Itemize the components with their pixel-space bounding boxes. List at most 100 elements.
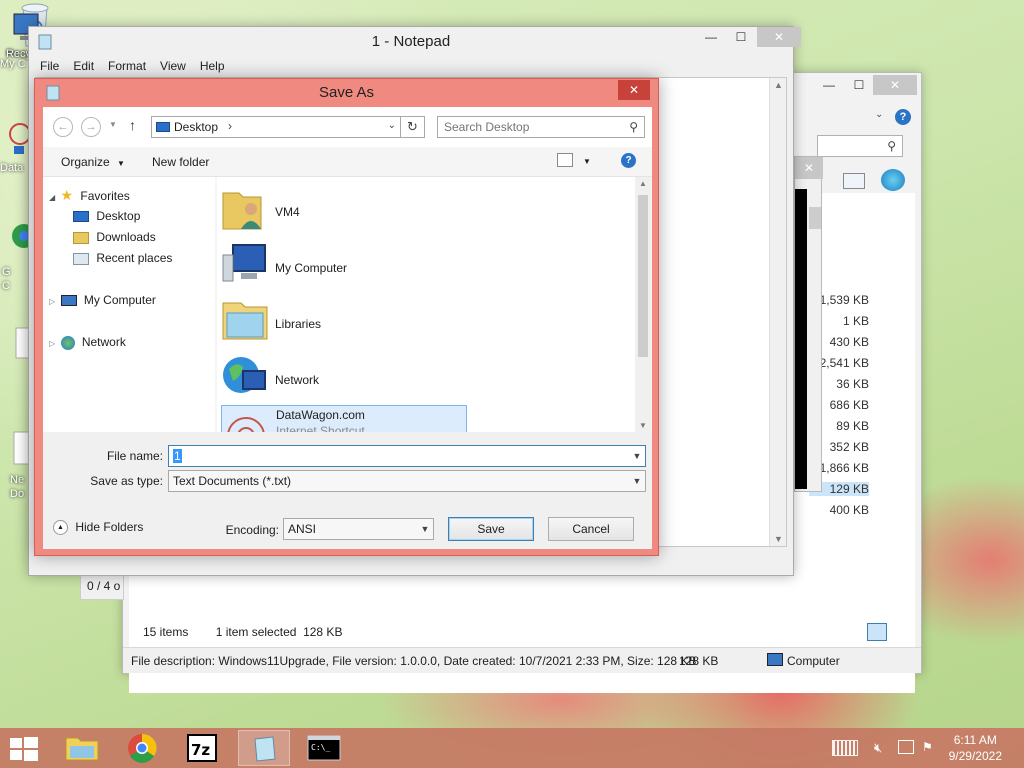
dialog-close-button[interactable]: ✕	[618, 80, 650, 100]
notepad-scrollbar[interactable]: ▲ ▼	[769, 78, 786, 546]
network-status-icon[interactable]	[898, 740, 914, 754]
libraries-icon	[222, 302, 268, 340]
organize-button[interactable]: Organize ▼	[61, 155, 125, 169]
recent-locations-icon[interactable]: ▼	[109, 120, 117, 129]
up-arrow-icon[interactable]: ↑	[129, 117, 136, 133]
taskbar-notepad[interactable]	[238, 730, 290, 766]
status-fragment: 0 / 4 o	[80, 574, 124, 600]
computer-icon	[222, 244, 266, 282]
scrollbar-thumb[interactable]	[638, 195, 648, 357]
computer-icon	[60, 295, 77, 307]
explorer-shell-icon[interactable]	[881, 169, 905, 191]
explorer-search-box[interactable]: ⚲	[817, 135, 903, 157]
tree-item-label: My Computer	[83, 293, 156, 307]
tree-item-recent-places[interactable]: Recent places	[73, 249, 172, 267]
list-item-datawagon[interactable]: DataWagon.com Internet Shortcut	[221, 405, 467, 432]
cancel-button[interactable]: Cancel	[548, 517, 634, 541]
chevron-down-icon[interactable]: ▼	[629, 471, 645, 491]
file-description: File description: Windows11Upgrade, File…	[131, 654, 697, 668]
large-icons-view-button[interactable]	[891, 623, 911, 641]
save-as-type-select[interactable]: Text Documents (*.txt) ▼	[168, 470, 646, 492]
explorer-help-icon[interactable]: ?	[895, 109, 911, 125]
scroll-down-icon[interactable]: ▼	[639, 421, 647, 430]
explorer-preview-icon[interactable]	[843, 173, 865, 189]
desktop-icon	[156, 122, 170, 132]
desktop-icon-label: Data	[0, 162, 24, 174]
explorer-minimize-button[interactable]: —	[815, 75, 843, 95]
start-button[interactable]	[10, 737, 38, 761]
taskbar-clock[interactable]: 6:11 AM 9/29/2022	[949, 732, 1002, 764]
encoding-select[interactable]: ANSI ▼	[283, 518, 434, 540]
refresh-button[interactable]: ↻	[401, 116, 425, 138]
search-icon: ⚲	[629, 120, 638, 134]
back-button[interactable]: ←	[53, 117, 73, 137]
file-list-scrollbar[interactable]: ▲ ▼	[635, 177, 651, 432]
search-box[interactable]: ⚲	[437, 116, 645, 138]
star-icon: ★	[60, 187, 74, 203]
taskbar-7zip[interactable]: 7z	[176, 730, 228, 766]
menu-edit[interactable]: Edit	[66, 57, 101, 77]
search-input[interactable]	[444, 120, 614, 134]
taskbar-file-explorer[interactable]	[56, 730, 108, 766]
view-dropdown-icon[interactable]: ▼	[583, 157, 591, 166]
scroll-down-icon[interactable]: ▼	[774, 534, 783, 544]
notepad-minimize-button[interactable]: —	[697, 27, 725, 47]
chevron-down-icon[interactable]: ▼	[417, 519, 433, 539]
list-item-vm4[interactable]: VM4	[221, 181, 467, 235]
encoding-value: ANSI	[288, 522, 317, 536]
scroll-up-icon[interactable]: ▲	[774, 80, 783, 90]
action-center-icon[interactable]: ⚑	[922, 740, 933, 754]
taskbar-command-prompt[interactable]: C:\_	[298, 730, 350, 766]
forward-button[interactable]: →	[81, 117, 101, 137]
tree-item-favorites[interactable]: ◢ ★ Favorites	[49, 186, 130, 204]
address-bar[interactable]: Desktop › ⌄	[151, 116, 401, 138]
console-close-button[interactable]: ✕	[795, 157, 823, 179]
expand-icon[interactable]: ▷	[49, 297, 55, 306]
file-name: Network	[275, 373, 320, 387]
explorer-maximize-button[interactable]: ☐	[845, 75, 873, 95]
tree-item-my-computer[interactable]: ▷ My Computer	[49, 291, 156, 309]
file-size-summary: 128 KB	[679, 654, 719, 668]
view-options-icon[interactable]	[557, 153, 573, 167]
menu-view[interactable]: View	[153, 57, 193, 77]
tree-item-desktop[interactable]: Desktop	[73, 207, 140, 225]
tree-item-network[interactable]: ▷ Network	[49, 333, 126, 351]
list-item-libraries[interactable]: Libraries	[221, 293, 467, 347]
notepad-maximize-button[interactable]: ☐	[727, 27, 755, 47]
expand-icon[interactable]: ▷	[49, 339, 55, 348]
menu-help[interactable]: Help	[193, 57, 232, 77]
details-view-button[interactable]	[867, 623, 887, 641]
file-name: VM4	[275, 205, 300, 219]
scroll-up-icon[interactable]: ▲	[639, 179, 647, 188]
help-icon[interactable]: ?	[621, 153, 636, 168]
notepad-title: 1 - Notepad	[371, 33, 451, 50]
chevron-down-icon[interactable]: ▼	[629, 446, 645, 466]
explorer-close-button[interactable]: ✕	[873, 75, 917, 95]
address-dropdown-icon[interactable]: ⌄	[388, 120, 396, 131]
7zip-icon: 7z	[187, 734, 217, 762]
menu-file[interactable]: File	[33, 57, 66, 77]
tree-item-label: Recent places	[96, 251, 173, 265]
console-scrollbar[interactable]	[809, 207, 821, 229]
keyboard-icon[interactable]	[832, 740, 858, 756]
save-button[interactable]: Save	[448, 517, 534, 541]
location-label: Computer	[787, 654, 840, 668]
volume-muted-icon[interactable]: 🔇︎	[874, 740, 882, 756]
new-folder-button[interactable]: New folder	[152, 155, 209, 169]
desktop-icon-label: G	[2, 266, 11, 278]
list-item-my-computer[interactable]: My Computer	[221, 237, 467, 291]
save-as-dialog[interactable]: Save As ✕ ← → ▼ ↑ Desktop › ⌄ ↻ ⚲ Organi…	[34, 78, 659, 556]
notepad-close-button[interactable]: ✕	[757, 27, 801, 47]
menu-format[interactable]: Format	[101, 57, 153, 77]
console-window-background[interactable]: ✕	[794, 156, 823, 492]
breadcrumb-chevron-icon[interactable]: ›	[228, 119, 232, 133]
expand-icon[interactable]: ◢	[49, 193, 55, 202]
navigation-pane[interactable]: ◢ ★ Favorites Desktop Downloads Recent p…	[43, 177, 215, 432]
tree-item-downloads[interactable]: Downloads	[73, 228, 156, 246]
explorer-chevron-icon[interactable]: ⌄	[875, 109, 883, 120]
file-list[interactable]: VM4 My Computer Libraries Network DataWa…	[217, 177, 651, 432]
hide-folders-button[interactable]: ▲ Hide Folders	[53, 520, 143, 536]
taskbar-chrome[interactable]	[116, 730, 168, 766]
file-name-input[interactable]: 1 ▼	[168, 445, 646, 467]
list-item-network[interactable]: Network	[221, 349, 467, 403]
